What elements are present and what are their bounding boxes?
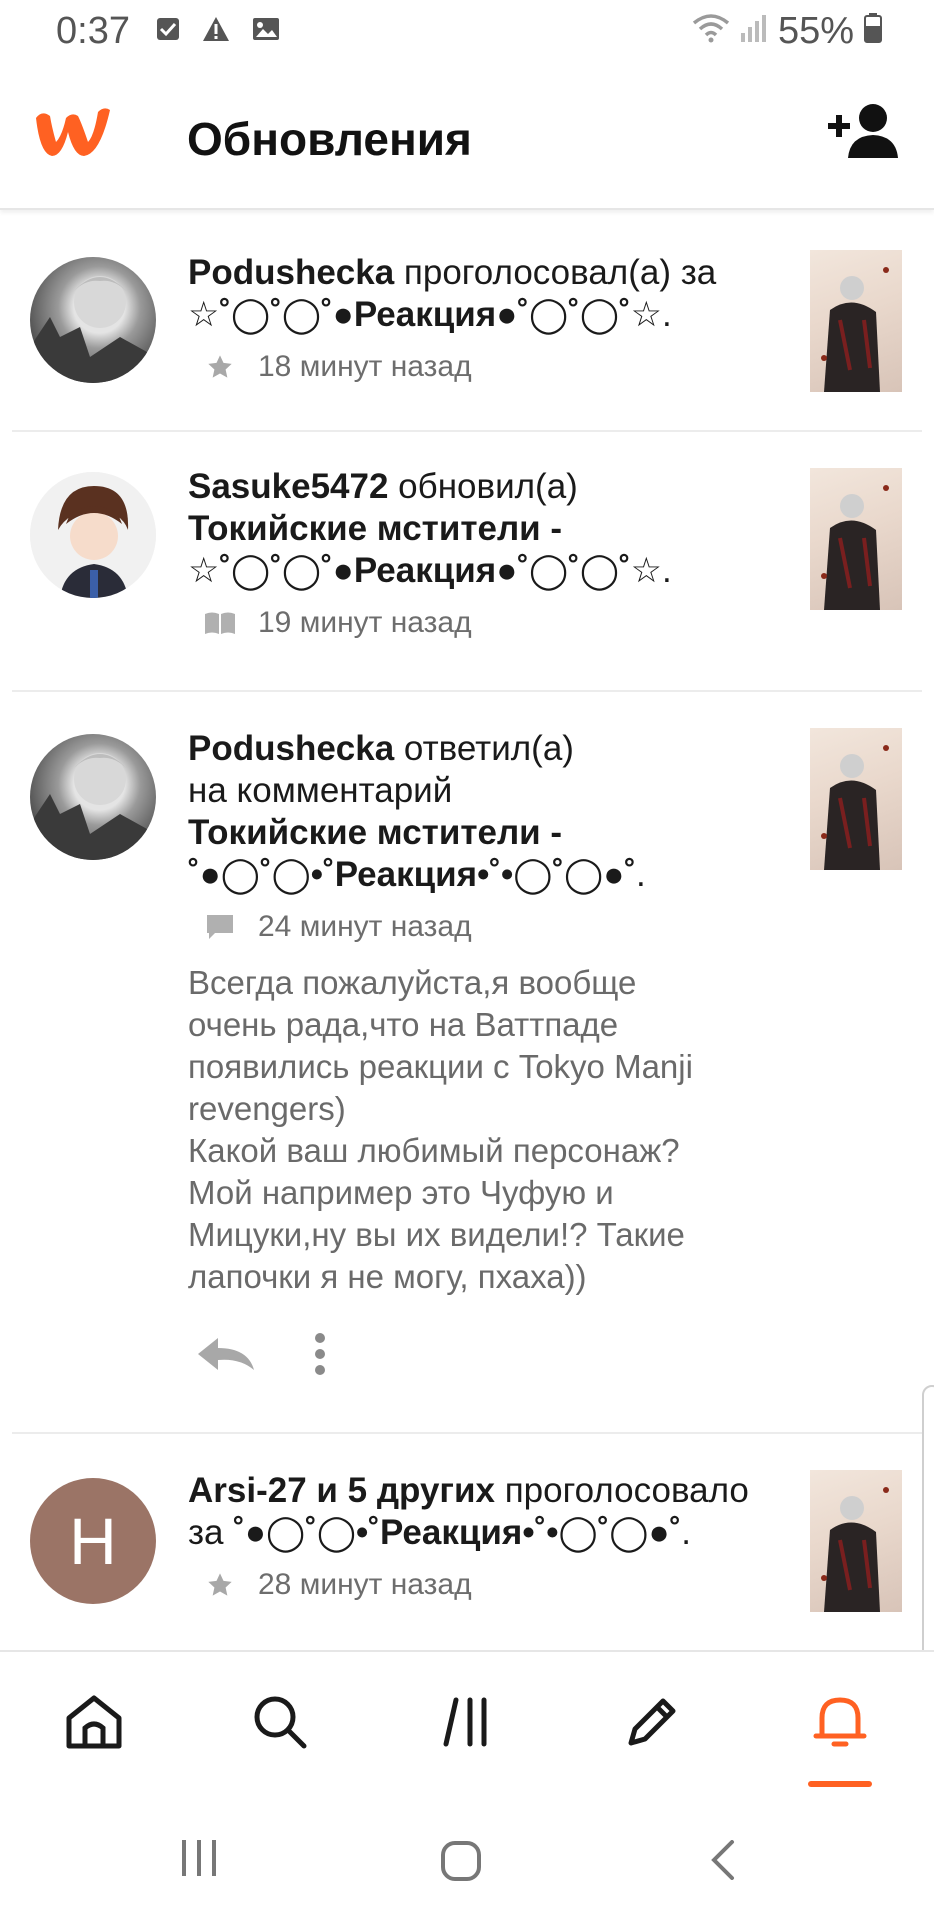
comment-line: лапочки я не могу, пхаха)) bbox=[188, 1258, 587, 1295]
warning-icon bbox=[202, 16, 230, 47]
search-icon[interactable] bbox=[250, 1692, 310, 1752]
comment-line: появились реакции с Tokyo Manji bbox=[188, 1048, 693, 1085]
comment-line: Мицуки,ну вы их видели!? Такие bbox=[188, 1216, 685, 1253]
feed-item[interactable]: H Arsi-27 и 5 других проголосовало за ˚●… bbox=[12, 1434, 922, 1650]
signal-icon bbox=[740, 10, 768, 53]
timestamp: 19 минут назад bbox=[258, 606, 472, 639]
action-text: обновил(а) bbox=[388, 467, 578, 506]
timestamp-row: 19 минут назад bbox=[202, 606, 778, 640]
avatar[interactable] bbox=[30, 472, 156, 598]
story-cover[interactable] bbox=[810, 468, 902, 610]
timestamp: 28 минут назад bbox=[258, 1568, 472, 1601]
comment-text: Всегда пожалуйста,я вообще очень рада,чт… bbox=[188, 962, 778, 1298]
feed-item[interactable]: Sasuke5472 обновил(а) Токийские мстители… bbox=[12, 432, 922, 692]
username[interactable]: Podushecka bbox=[188, 729, 394, 768]
library-icon[interactable] bbox=[438, 1692, 498, 1752]
punctuation: . bbox=[662, 295, 672, 334]
battery-icon bbox=[864, 10, 882, 53]
app-header: Обновления bbox=[0, 62, 934, 210]
story-title[interactable]: Токийские мстители - bbox=[188, 509, 562, 548]
status-time: 0:37 bbox=[56, 9, 130, 52]
timestamp-row: 28 минут назад bbox=[202, 1568, 778, 1602]
add-user-icon[interactable] bbox=[828, 102, 900, 165]
timestamp: 18 минут назад bbox=[258, 350, 472, 383]
username[interactable]: Arsi-27 и 5 других bbox=[188, 1471, 495, 1510]
write-icon[interactable] bbox=[622, 1692, 682, 1752]
comment-line: Какой ваш любимый персонаж? bbox=[188, 1132, 680, 1169]
book-icon bbox=[202, 610, 238, 636]
avatar-letter: H bbox=[69, 1504, 117, 1578]
updates-feed: Podushecka проголосовал(а) за ☆˚◯˚◯˚●Реа… bbox=[0, 212, 934, 1650]
story-cover[interactable] bbox=[810, 728, 902, 870]
comment-line: Мой например это Чуфую и bbox=[188, 1174, 614, 1211]
action-text: на комментарий bbox=[188, 771, 453, 810]
feed-item-content: Sasuke5472 обновил(а) Токийские мстители… bbox=[188, 466, 778, 640]
wifi-icon bbox=[692, 10, 730, 53]
feed-item-content: Arsi-27 и 5 других проголосовало за ˚●◯˚… bbox=[188, 1470, 778, 1602]
comment-line: Всегда пожалуйста,я вообще bbox=[188, 964, 637, 1001]
comment-line: revengers) bbox=[188, 1090, 346, 1127]
reply-icon[interactable] bbox=[196, 1336, 256, 1377]
avatar[interactable]: H bbox=[30, 1478, 156, 1604]
story-title[interactable]: ☆˚◯˚◯˚●Реакция●˚◯˚◯˚☆ bbox=[188, 551, 662, 590]
comment-actions bbox=[196, 1332, 778, 1381]
feed-item[interactable]: Podushecka ответил(а) на комментарий Ток… bbox=[12, 692, 922, 1434]
back-icon[interactable] bbox=[710, 1840, 736, 1885]
feed-item[interactable]: Podushecka проголосовал(а) за ☆˚◯˚◯˚●Реа… bbox=[12, 212, 922, 432]
star-icon bbox=[202, 1571, 238, 1599]
punctuation: . bbox=[636, 855, 646, 894]
story-title[interactable]: ˚●◯˚◯•˚Реакция•˚•◯˚◯●˚ bbox=[233, 1513, 681, 1552]
battery-percent: 55% bbox=[777, 9, 854, 52]
avatar[interactable] bbox=[30, 257, 156, 383]
punctuation: . bbox=[681, 1513, 692, 1552]
timestamp-row: 24 минут назад bbox=[202, 910, 778, 944]
story-title[interactable]: ☆˚◯˚◯˚●Реакция●˚◯˚◯˚☆ bbox=[188, 295, 662, 334]
timestamp: 24 минут назад bbox=[258, 910, 472, 943]
star-icon bbox=[202, 353, 238, 381]
story-title[interactable]: Токийские мстители - bbox=[188, 813, 562, 852]
comment-line: очень рада,что на Ваттпаде bbox=[188, 1006, 619, 1043]
more-options-icon[interactable] bbox=[314, 1332, 326, 1381]
action-text: за bbox=[188, 1513, 234, 1552]
punctuation: . bbox=[662, 551, 672, 590]
comment-icon bbox=[202, 913, 238, 941]
home-button-icon[interactable] bbox=[440, 1840, 482, 1887]
wattpad-logo-icon[interactable] bbox=[30, 102, 114, 169]
page-title: Обновления bbox=[187, 113, 472, 165]
story-cover[interactable] bbox=[810, 250, 902, 392]
active-tab-indicator bbox=[808, 1781, 872, 1787]
recent-apps-icon[interactable] bbox=[180, 1840, 220, 1881]
bottom-nav bbox=[0, 1650, 934, 1788]
notifications-icon[interactable] bbox=[810, 1692, 870, 1752]
username[interactable]: Sasuke5472 bbox=[188, 467, 388, 506]
image-icon bbox=[252, 17, 280, 46]
feed-item-content: Podushecka проголосовал(а) за ☆˚◯˚◯˚●Реа… bbox=[188, 252, 778, 384]
action-text: ответил(а) bbox=[394, 729, 574, 768]
story-title[interactable]: ˚●◯˚◯•˚Реакция•˚•◯˚◯●˚ bbox=[188, 855, 636, 894]
system-nav-bar bbox=[0, 1800, 934, 1920]
home-icon[interactable] bbox=[64, 1692, 124, 1752]
action-text: проголосовал(а) за bbox=[394, 253, 717, 292]
story-cover[interactable] bbox=[810, 1470, 902, 1612]
username[interactable]: Podushecka bbox=[188, 253, 394, 292]
status-bar: 0:37 55% bbox=[0, 0, 934, 62]
checkbox-icon bbox=[156, 17, 180, 46]
timestamp-row: 18 минут назад bbox=[202, 350, 778, 384]
feed-item-content: Podushecka ответил(а) на комментарий Ток… bbox=[188, 728, 778, 1381]
action-text: проголосовало bbox=[495, 1471, 749, 1510]
avatar[interactable] bbox=[30, 734, 156, 860]
